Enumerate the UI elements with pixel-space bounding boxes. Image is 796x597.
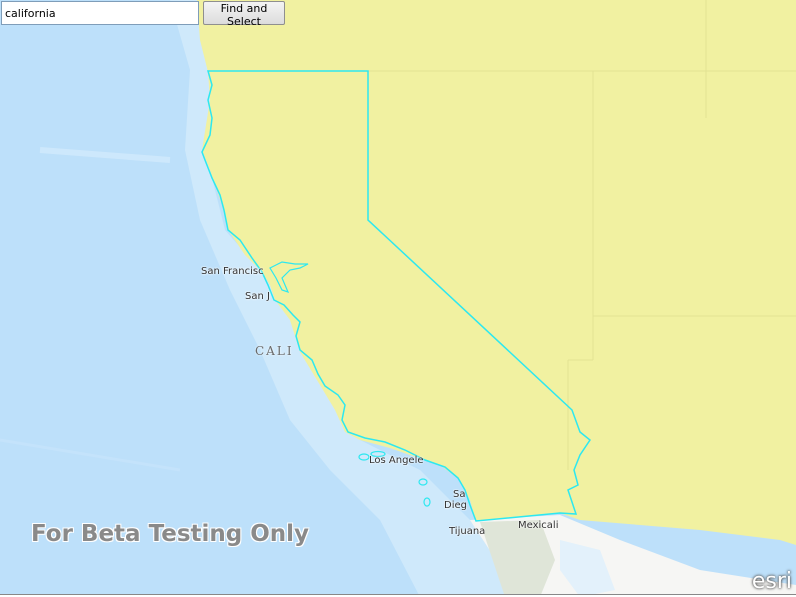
label-mexicali: Mexicali	[518, 520, 559, 531]
label-san-francisco: San Francisc	[201, 266, 264, 277]
label-san-diego-line2: Dieg	[444, 500, 467, 511]
esri-logo: esri	[751, 569, 792, 594]
label-san-diego-line1: Sa	[453, 489, 466, 500]
search-input[interactable]	[1, 1, 199, 25]
label-tijuana: Tijuana	[449, 526, 486, 537]
beta-watermark: For Beta Testing Only	[31, 521, 310, 547]
find-and-select-button[interactable]: Find and Select	[203, 1, 285, 28]
label-san-jose: San J	[245, 291, 270, 302]
map-viewport[interactable]: San Francisc San J CALI Los Angele Sa Di…	[0, 0, 796, 597]
label-california: CALI	[255, 344, 294, 358]
basemap	[0, 0, 796, 597]
label-los-angeles: Los Angele	[369, 455, 424, 466]
